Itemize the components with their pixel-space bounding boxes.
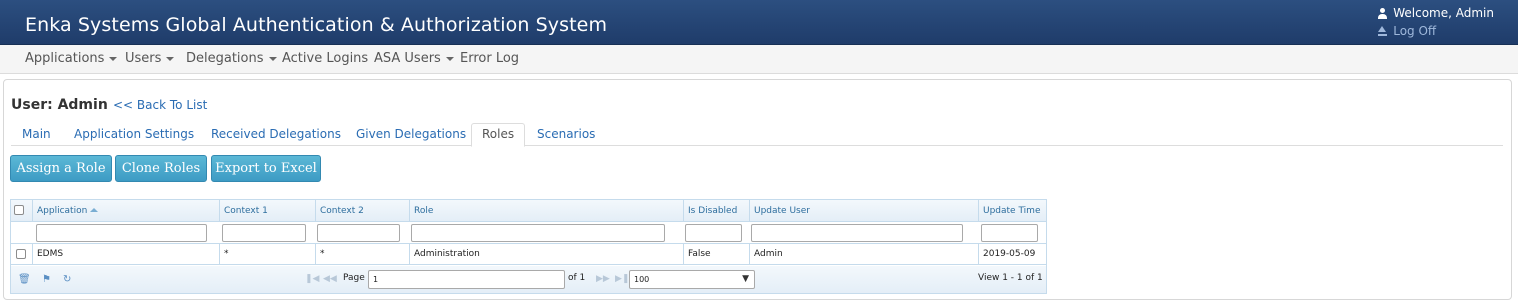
tab-scenarios[interactable]: Scenarios	[537, 123, 595, 146]
col-role[interactable]: Role	[410, 200, 684, 222]
back-to-list-link[interactable]: << Back To List	[113, 98, 207, 112]
col-application[interactable]: Application	[33, 200, 220, 222]
caret-down-icon	[445, 56, 454, 61]
main-nav: Applications Users Delegations Active Lo…	[0, 45, 1518, 74]
nav-users-label: Users	[125, 51, 162, 66]
caret-down-icon	[268, 56, 277, 61]
col-is-disabled[interactable]: Is Disabled	[684, 200, 750, 222]
delete-icon[interactable]: 🗑	[18, 274, 31, 285]
dropdown-arrow-icon: ▼	[742, 274, 749, 284]
clone-roles-button[interactable]: Clone Roles	[115, 155, 207, 182]
row-checkbox[interactable]	[16, 249, 26, 259]
grid-pager: 🗑 ⚑ ↻ ❚◀ ◀◀ Page 1 of 1 ▶▶ ▶❚ 100 ▼ View…	[11, 266, 1046, 293]
nav-error-log[interactable]: Error Log	[460, 51, 519, 66]
cell-context1: *	[220, 244, 316, 265]
col-application-label: Application	[37, 206, 88, 216]
filter-row	[11, 222, 1046, 244]
filter-context1-input[interactable]	[222, 224, 306, 242]
roles-grid: Application Context 1 Context 2 Role Is …	[10, 199, 1047, 294]
nav-applications-label: Applications	[25, 51, 105, 66]
table-row[interactable]: EDMS * * Administration False Admin 2019…	[11, 244, 1046, 265]
refresh-icon[interactable]: ↻	[63, 274, 71, 285]
welcome-text: Welcome, Admin	[1393, 6, 1494, 20]
tab-bar: Main Application Settings Received Deleg…	[11, 123, 1503, 147]
tab-main[interactable]: Main	[22, 123, 51, 146]
filter-is-disabled-input[interactable]	[685, 224, 742, 242]
first-page-icon[interactable]: ❚◀	[305, 274, 319, 284]
nav-active-logins[interactable]: Active Logins	[282, 51, 368, 66]
logoff-label: Log Off	[1393, 24, 1437, 38]
logoff-link[interactable]: Log Off	[1377, 22, 1494, 40]
sort-asc-icon	[90, 208, 99, 212]
select-all-checkbox[interactable]	[14, 205, 24, 215]
col-context1[interactable]: Context 1	[220, 200, 316, 222]
page-number-input[interactable]: 1	[368, 270, 565, 289]
user-icon	[1377, 7, 1388, 19]
filter-update-time-input[interactable]	[981, 224, 1038, 242]
caret-down-icon	[166, 56, 175, 61]
tab-roles[interactable]: Roles	[471, 123, 526, 147]
prev-page-icon[interactable]: ◀◀	[323, 274, 337, 284]
filter-update-user-input[interactable]	[751, 224, 963, 242]
cell-is-disabled: False	[684, 244, 750, 265]
assign-role-button[interactable]: Assign a Role	[10, 155, 112, 182]
nav-asa-users[interactable]: ASA Users	[374, 51, 454, 66]
col-update-time[interactable]: Update Time	[979, 200, 1046, 222]
cell-role: Administration	[410, 244, 684, 265]
nav-applications[interactable]: Applications	[25, 51, 118, 66]
page-size-select[interactable]: 100 ▼	[629, 270, 755, 289]
page-label: Page	[343, 273, 365, 283]
cell-update-time: 2019-05-09	[983, 249, 1036, 259]
col-context2[interactable]: Context 2	[316, 200, 410, 222]
export-excel-button[interactable]: Export to Excel	[211, 155, 321, 182]
last-page-icon[interactable]: ▶❚	[615, 274, 629, 284]
tab-given-delegations[interactable]: Given Delegations	[356, 123, 466, 146]
page-of-label: of 1	[568, 273, 586, 283]
filter-role-input[interactable]	[411, 224, 665, 242]
top-header: Enka Systems Global Authentication & Aut…	[0, 0, 1518, 45]
nav-users[interactable]: Users	[125, 51, 175, 66]
nav-error-log-label: Error Log	[460, 51, 520, 66]
nav-active-logins-label: Active Logins	[282, 51, 369, 66]
cell-context2: *	[316, 244, 410, 265]
pin-icon[interactable]: ⚑	[42, 274, 51, 285]
row-select-cell	[11, 244, 33, 265]
filter-context2-input[interactable]	[317, 224, 400, 242]
page-size-value: 100	[634, 275, 650, 284]
nav-asa-users-label: ASA Users	[374, 51, 441, 66]
eject-icon	[1377, 25, 1388, 37]
filter-application-input[interactable]	[36, 224, 207, 242]
cell-update-user: Admin	[750, 244, 979, 265]
app-title: Enka Systems Global Authentication & Aut…	[25, 14, 608, 36]
tab-received-delegations[interactable]: Received Delegations	[211, 123, 341, 146]
cell-application: EDMS	[33, 244, 220, 265]
col-update-user[interactable]: Update User	[750, 200, 979, 222]
view-records-text: View 1 - 1 of 1	[978, 273, 1043, 283]
user-box: Welcome, Admin Log Off	[1377, 4, 1494, 40]
welcome-row: Welcome, Admin	[1377, 4, 1494, 22]
nav-delegations-label: Delegations	[186, 51, 264, 66]
nav-delegations[interactable]: Delegations	[186, 51, 277, 66]
grid-header: Application Context 1 Context 2 Role Is …	[11, 200, 1046, 222]
caret-down-icon	[109, 56, 118, 61]
select-all-cell	[11, 200, 33, 222]
page-title: User: Admin	[11, 97, 108, 113]
tab-application-settings[interactable]: Application Settings	[74, 123, 194, 146]
next-page-icon[interactable]: ▶▶	[596, 274, 610, 284]
